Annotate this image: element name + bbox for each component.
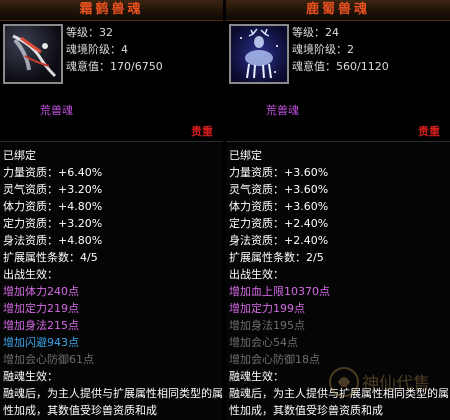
attribute-list: 已绑定 力量资质：+6.40% 灵气资质：+3.20% 体力资质：+4.80% … xyxy=(0,142,223,419)
attr-line: 身法资质：+2.40% xyxy=(229,234,329,247)
attr-line: 增加身法195点 xyxy=(229,319,305,332)
attr-line: 增加身法215点 xyxy=(3,319,79,332)
attr-line: 已绑定 xyxy=(229,149,262,162)
stage-text: 魂境阶级：4 xyxy=(66,43,128,56)
description-text: 融魂后，为主人提供与扩展属性相同类型的属性加成，其数值受珍兽资质和成 xyxy=(3,387,223,417)
quality-label: 贵重 xyxy=(418,125,440,138)
attr-line: 已绑定 xyxy=(3,149,36,162)
attr-line: 融魂生效： xyxy=(3,370,58,383)
site-watermark: 神仙代售 xyxy=(329,367,430,397)
attr-line: 定力资质：+3.20% xyxy=(3,217,103,230)
soul-type-name: 荒兽魂 xyxy=(40,104,73,117)
soul-stats: 等级：24 魂境阶级：2 魂意值：560/1120 xyxy=(292,24,389,75)
attr-line: 定力资质：+2.40% xyxy=(229,217,329,230)
attr-line: 体力资质：+4.80% xyxy=(3,200,103,213)
soul-type-name: 荒兽魂 xyxy=(266,104,299,117)
attr-line: 体力资质：+3.60% xyxy=(229,200,329,213)
soul-value-text: 魂意值：560/1120 xyxy=(292,60,389,73)
attr-line: 出战生效： xyxy=(3,268,58,281)
attr-line: 增加定力199点 xyxy=(229,302,305,315)
attr-line: 力量资质：+6.40% xyxy=(3,166,103,179)
attr-line: 增加会心54点 xyxy=(229,336,298,349)
attr-line: 灵气资质：+3.20% xyxy=(3,183,103,196)
level-text: 等级：24 xyxy=(292,26,339,39)
watermark-text: 神仙代售 xyxy=(362,374,430,394)
attr-line: 增加闪避943点 xyxy=(3,336,79,349)
attr-line: 出战生效： xyxy=(229,268,284,281)
panel-title: 鹿蜀兽魂 xyxy=(226,0,450,21)
level-text: 等级：32 xyxy=(66,26,113,39)
soul-stats: 等级：32 魂境阶级：4 魂意值：170/6750 xyxy=(66,24,163,75)
attr-line: 灵气资质：+3.60% xyxy=(229,183,329,196)
panel-header: 等级：24 魂境阶级：2 魂意值：560/1120 荒兽魂 贵重 xyxy=(226,21,450,142)
attr-line: 身法资质：+4.80% xyxy=(3,234,103,247)
attr-line: 扩展属性条数：4/5 xyxy=(3,251,98,264)
attr-line: 力量资质：+3.60% xyxy=(229,166,329,179)
stage-text: 魂境阶级：2 xyxy=(292,43,354,56)
crane-soul-icon[interactable] xyxy=(3,24,63,84)
attr-line: 增加会心防御61点 xyxy=(3,353,94,366)
deer-soul-icon[interactable] xyxy=(229,24,289,84)
right-soul-panel: 鹿蜀兽魂 等级：24 魂境阶级：2 魂意值：560/1120 荒兽魂 贵重 已绑… xyxy=(226,0,450,420)
attr-line: 增加体力240点 xyxy=(3,285,79,298)
panel-title: 霜鹤兽魂 xyxy=(0,0,223,21)
attr-line: 增加血上限10370点 xyxy=(229,285,330,298)
attr-line: 增加定力219点 xyxy=(3,302,79,315)
left-soul-panel: 霜鹤兽魂 等级：32 魂境阶级：4 魂意值：170/6750 荒兽魂 贵重 已绑… xyxy=(0,0,223,420)
quality-label: 贵重 xyxy=(191,125,213,138)
soul-value-text: 魂意值：170/6750 xyxy=(66,60,163,73)
attr-line: 扩展属性条数：2/5 xyxy=(229,251,324,264)
panel-header: 等级：32 魂境阶级：4 魂意值：170/6750 荒兽魂 贵重 xyxy=(0,21,223,142)
